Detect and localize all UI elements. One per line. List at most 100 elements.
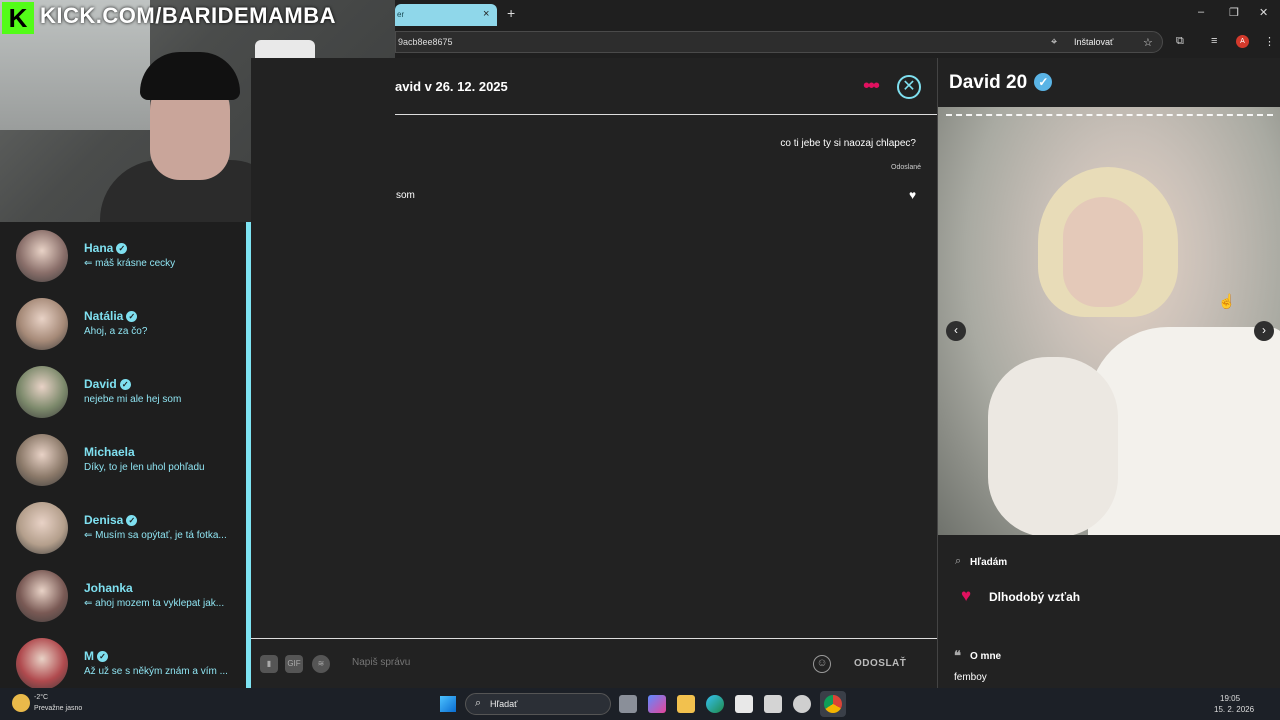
avatar[interactable] — [16, 230, 68, 282]
chat-panel: avid v 26. 12. 2025 ••• ✕ co ti jebe ty … — [251, 58, 937, 688]
heart-arrow-icon: ♥ — [961, 586, 972, 605]
spotify-icon[interactable]: ≋ — [312, 655, 330, 673]
conversation-name: Denisa ✓ — [84, 513, 138, 527]
chat-header-title: avid v 26. 12. 2025 — [395, 79, 508, 94]
next-photo-icon[interactable]: › — [1254, 321, 1274, 341]
conversation-name-text: Johanka — [84, 581, 133, 595]
more-options-icon[interactable]: ••• — [863, 75, 880, 98]
photo-face — [1063, 197, 1143, 307]
copilot-icon[interactable] — [648, 695, 666, 713]
conversation-name-text: Denisa — [84, 513, 124, 527]
kick-logo: K — [2, 2, 34, 34]
close-window-button[interactable]: ✕ — [1259, 6, 1268, 19]
relationship-type: Dlhodobý vzťah — [989, 590, 1081, 604]
conversation-preview: ⇐ ahoj mozem ta vyklepat jak... — [84, 598, 225, 609]
extensions-icon[interactable]: ⧉ — [1176, 35, 1184, 48]
photo-upload-icon[interactable]: ▮ — [260, 655, 278, 673]
about-text: femboy — [954, 672, 987, 683]
search-label: Hľadať — [490, 699, 518, 709]
message-input[interactable] — [352, 657, 792, 668]
conversation-item[interactable]: Michaela Díky, to je len uhol pohľadu — [0, 430, 246, 498]
conversation-name: Natália ✓ — [84, 309, 138, 323]
weather-icon[interactable] — [12, 694, 30, 712]
profile-photo[interactable]: ‹ › ☝ — [938, 107, 1280, 535]
new-tab-button[interactable]: + — [507, 5, 515, 21]
install-button[interactable]: Inštalovať — [1074, 37, 1113, 47]
verified-icon: ✓ — [116, 243, 128, 254]
conversation-item[interactable]: David ✓ nejebe mi ale hej som — [0, 362, 246, 430]
conversation-list: Hana ✓ ⇐ máš krásne cecky Natália ✓ Ahoj, a z… — [0, 222, 246, 690]
file-explorer-icon[interactable] — [677, 695, 695, 713]
verified-icon: ✓ — [126, 515, 138, 526]
gif-icon[interactable]: GIF — [285, 655, 303, 673]
start-button[interactable] — [440, 696, 456, 712]
conversation-name: Johanka — [84, 581, 133, 595]
profile-name-text: David 20 — [949, 72, 1028, 93]
steam-icon[interactable] — [793, 695, 811, 713]
avatar[interactable] — [16, 502, 68, 554]
clock-date: 15. 2. 2026 — [1214, 705, 1255, 714]
weather-temperature: -2°C — [34, 694, 49, 701]
verified-icon: ✓ — [1034, 73, 1053, 91]
minimize-button[interactable]: – — [1198, 6, 1204, 18]
verified-icon: ✓ — [119, 379, 131, 390]
message-status: Odoslané — [891, 164, 921, 171]
profile-panel: David 20 ✓ ‹ › ☝ ⌕ Hľadám ♥ Dlhodobý vzť… — [937, 58, 1280, 688]
browser-tab[interactable]: er × — [395, 4, 497, 26]
composer-divider — [251, 638, 937, 639]
conversation-preview: Díky, to je len uhol pohľadu — [84, 462, 205, 473]
conversation-item[interactable]: Johanka ⇐ ahoj mozem ta vyklepat jak... — [0, 566, 246, 634]
webcam-streamer-cap — [140, 52, 240, 100]
edge-icon[interactable] — [706, 695, 724, 713]
quote-icon: ❝ — [954, 648, 961, 663]
location-icon[interactable]: ⌖ — [1051, 36, 1057, 49]
send-button[interactable]: ODOSLAŤ — [854, 658, 906, 669]
verified-icon: ✓ — [97, 651, 108, 662]
avatar[interactable] — [16, 434, 68, 486]
hand-cursor-icon: ☝ — [1218, 293, 1236, 309]
photo-knee — [988, 357, 1118, 535]
kick-channel-url: KICK.COM/BARIDEMAMBA — [40, 3, 336, 28]
profile-name: David 20 ✓ — [949, 72, 1053, 94]
url-text: 9acb8ee8675 — [398, 37, 453, 47]
conversation-name-text: Hana — [84, 241, 114, 255]
task-view-icon[interactable] — [619, 695, 637, 713]
conversation-preview: nejebe mi ale hej som — [84, 394, 182, 405]
emoji-icon[interactable]: ☺ — [813, 655, 831, 673]
conversation-name-text: Natália — [84, 309, 124, 323]
weather-description: Prevažne jasno — [34, 705, 83, 712]
conversation-item[interactable]: Hana ✓ ⇐ máš krásne cecky — [0, 226, 246, 294]
close-chat-icon[interactable]: ✕ — [897, 75, 921, 99]
profile-avatar[interactable]: A — [1236, 35, 1249, 48]
avatar[interactable] — [16, 298, 68, 350]
looking-for-label: Hľadám — [970, 557, 1008, 568]
conversation-preview: Ahoj, a za čo? — [84, 326, 148, 337]
bookmark-star-icon[interactable]: ☆ — [1143, 36, 1153, 49]
store-icon[interactable] — [735, 695, 753, 713]
about-label: O mne — [970, 651, 1002, 662]
conversation-preview: Až už se s někým znám a vím ... — [84, 666, 228, 677]
search-icon: ⌕ — [955, 555, 962, 567]
tab-close-icon[interactable]: × — [483, 8, 489, 20]
received-message: som — [396, 190, 415, 201]
conversation-item[interactable]: Denisa ✓ ⇐ Musím sa opýtať, je tá fotka... — [0, 498, 246, 566]
menu-icon[interactable]: ⋮ — [1264, 35, 1275, 48]
prev-photo-icon[interactable]: ‹ — [946, 321, 966, 341]
conversation-name: M ✓ — [84, 649, 108, 663]
clock-time: 19:05 — [1220, 694, 1241, 703]
avatar[interactable] — [16, 570, 68, 622]
taskbar-search[interactable]: ⌕ Hľadať — [465, 693, 611, 715]
sent-message: co ti jebe ty si naozaj chlapec? — [780, 138, 916, 149]
verified-icon: ✓ — [126, 311, 138, 322]
address-bar[interactable]: 9acb8ee8675 ⌖ Inštalovať ☆ — [395, 31, 1163, 53]
avatar[interactable] — [16, 638, 68, 690]
mail-icon[interactable] — [764, 695, 782, 713]
avatar[interactable] — [16, 366, 68, 418]
heart-icon[interactable]: ♥ — [909, 188, 916, 202]
reading-list-icon[interactable]: ≡ — [1211, 35, 1217, 47]
maximize-button[interactable]: ❐ — [1229, 6, 1239, 19]
photo-progress-indicator — [946, 114, 1273, 116]
chat-header-divider — [395, 114, 937, 115]
chrome-icon[interactable] — [824, 695, 842, 713]
conversation-item[interactable]: Natália ✓ Ahoj, a za čo? — [0, 294, 246, 362]
